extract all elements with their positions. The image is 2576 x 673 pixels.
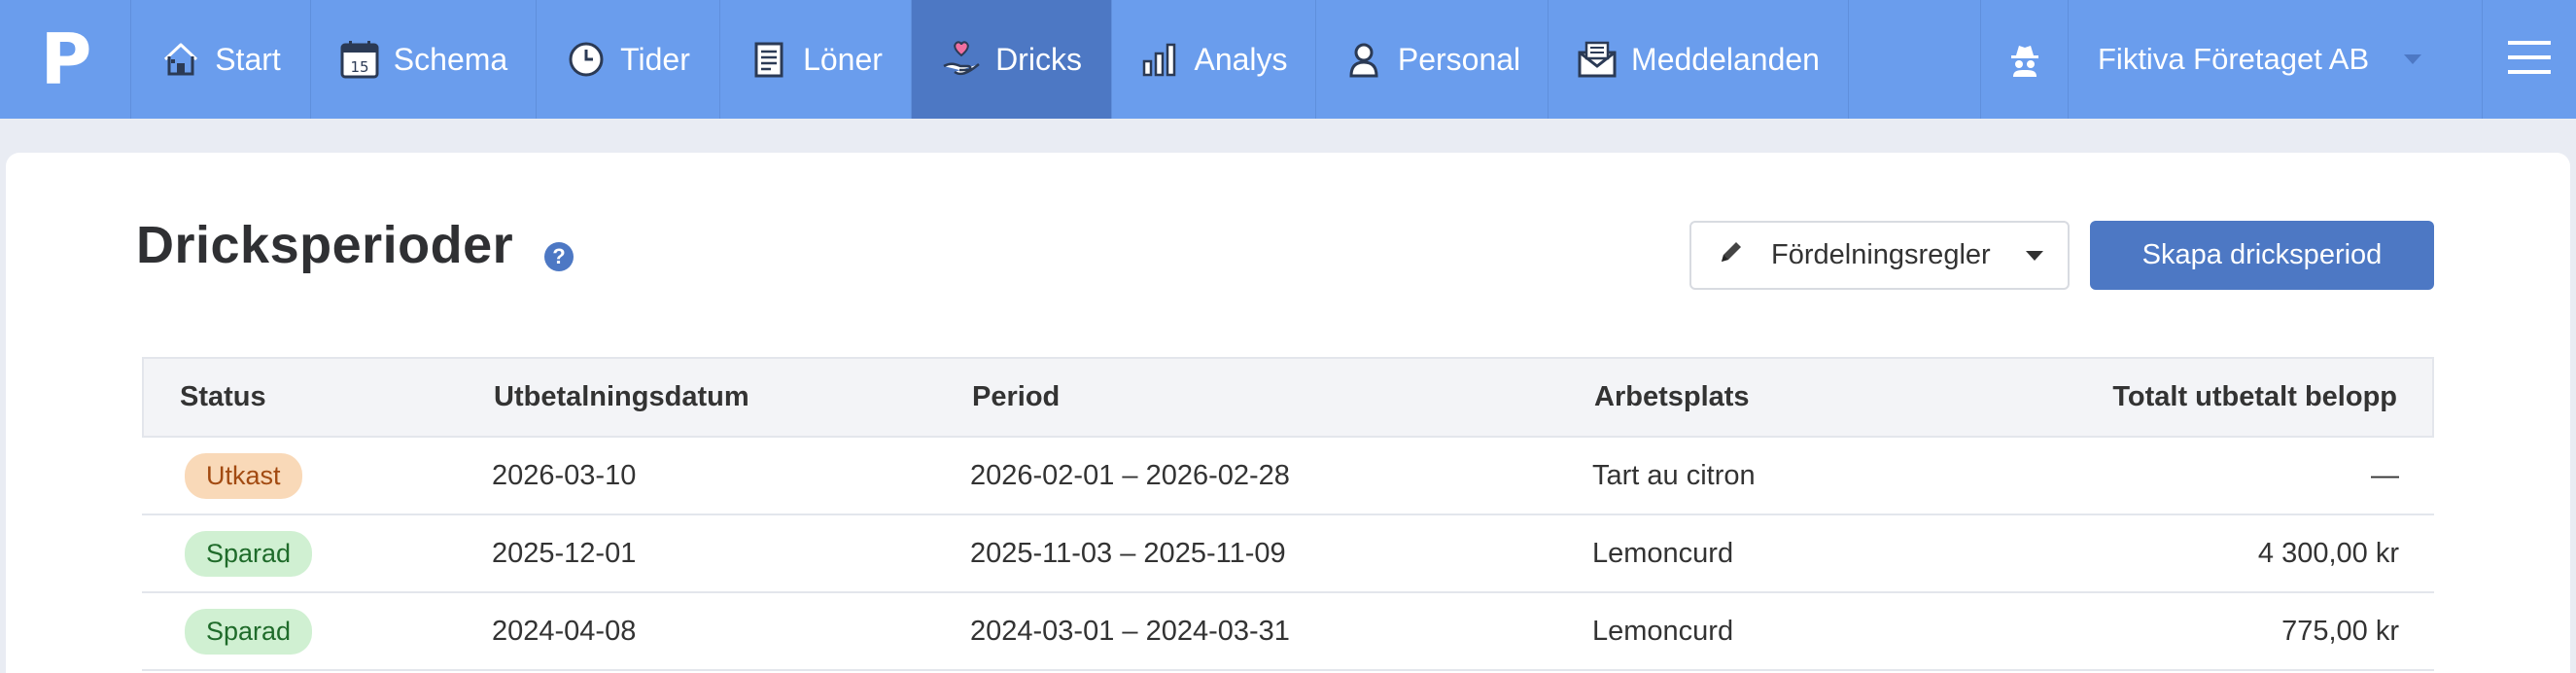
workplace-cell: Lemoncurd bbox=[1592, 537, 1734, 569]
company-name: Fiktiva Företaget AB bbox=[2098, 42, 2370, 76]
amount-cell: — bbox=[2371, 459, 2399, 491]
payslip-icon bbox=[748, 39, 789, 80]
table-row[interactable]: Sparad 2025-12-01 2025-11-03 – 2025-11-0… bbox=[142, 515, 2434, 593]
nav-item-loner[interactable]: Löner bbox=[720, 0, 912, 119]
nav-item-dricks[interactable]: Dricks bbox=[912, 0, 1112, 119]
nav-item-label: Dricks bbox=[995, 41, 1082, 77]
workplace-cell: Tart au citron bbox=[1592, 459, 1756, 491]
payment-date-cell: 2024-04-08 bbox=[492, 615, 637, 647]
rules-button-label: Fördelningsregler bbox=[1771, 239, 1991, 270]
logo-letter: P bbox=[40, 18, 92, 100]
pencil-icon bbox=[1719, 239, 1744, 272]
impersonate-button[interactable] bbox=[1981, 0, 2069, 119]
table-row[interactable]: Utkast 2026-03-10 2026-02-01 – 2026-02-2… bbox=[142, 438, 2434, 515]
chevron-down-icon bbox=[2025, 250, 2043, 261]
app-logo[interactable]: P bbox=[0, 0, 131, 119]
status-badge: Sparad bbox=[185, 608, 313, 655]
payment-date-cell: 2026-03-10 bbox=[492, 459, 637, 491]
bar-chart-icon bbox=[1139, 39, 1180, 80]
tip-heart-hand-icon bbox=[941, 39, 982, 80]
nav-item-schema[interactable]: 15 Schema bbox=[311, 0, 537, 119]
nav-spacer bbox=[1849, 0, 1981, 119]
payment-date-cell: 2025-12-01 bbox=[492, 537, 637, 569]
nav-item-label: Analys bbox=[1194, 41, 1288, 77]
header-workplace[interactable]: Arbetsplats bbox=[1594, 381, 2080, 413]
nav-item-analys[interactable]: Analys bbox=[1112, 0, 1316, 119]
header-total-amount[interactable]: Totalt utbetalt belopp bbox=[2080, 381, 2432, 413]
period-cell: 2024-03-01 – 2024-03-31 bbox=[970, 615, 1290, 647]
nav-item-meddelanden[interactable]: Meddelanden bbox=[1549, 0, 1849, 119]
clock-icon bbox=[566, 39, 607, 80]
nav-item-label: Tider bbox=[620, 41, 690, 77]
table-row[interactable]: Sparad 2024-04-08 2024-03-01 – 2024-03-3… bbox=[142, 593, 2434, 671]
incognito-icon bbox=[2004, 39, 2045, 80]
top-navigation: P Start 15 Schema Tider Löner Dricks Ana… bbox=[0, 0, 2576, 119]
period-cell: 2025-11-03 – 2025-11-09 bbox=[970, 537, 1286, 569]
table-header: Status Utbetalningsdatum Period Arbetspl… bbox=[142, 359, 2434, 438]
chevron-down-icon bbox=[2404, 54, 2422, 64]
nav-item-label: Start bbox=[215, 41, 281, 77]
envelope-icon bbox=[1577, 39, 1618, 80]
question-circle-icon[interactable]: ? bbox=[544, 242, 574, 271]
home-icon bbox=[160, 39, 201, 80]
amount-cell: 4 300,00 kr bbox=[2257, 537, 2399, 569]
nav-item-label: Löner bbox=[803, 41, 883, 77]
distribution-rules-button[interactable]: Fördelningsregler bbox=[1689, 221, 2070, 290]
menu-button[interactable] bbox=[2483, 0, 2576, 119]
nav-item-tider[interactable]: Tider bbox=[537, 0, 720, 119]
header-payment-date[interactable]: Utbetalningsdatum bbox=[494, 381, 972, 413]
company-selector[interactable]: Fiktiva Företaget AB bbox=[2069, 0, 2483, 119]
header-period[interactable]: Period bbox=[972, 381, 1594, 413]
hamburger-icon bbox=[2508, 39, 2551, 81]
page-title: Dricksperioder bbox=[136, 216, 514, 274]
person-icon bbox=[1343, 39, 1384, 80]
nav-item-start[interactable]: Start bbox=[131, 0, 311, 119]
period-cell: 2026-02-01 – 2026-02-28 bbox=[970, 459, 1290, 491]
tip-periods-table: Status Utbetalningsdatum Period Arbetspl… bbox=[142, 357, 2434, 671]
amount-cell: 775,00 kr bbox=[2281, 615, 2399, 647]
nav-item-label: Schema bbox=[393, 41, 508, 77]
workplace-cell: Lemoncurd bbox=[1592, 615, 1734, 647]
svg-text:15: 15 bbox=[350, 58, 368, 76]
calendar-icon: 15 bbox=[339, 39, 380, 80]
status-badge: Utkast bbox=[185, 452, 302, 499]
status-badge: Sparad bbox=[185, 530, 313, 577]
create-tip-period-button[interactable]: Skapa dricksperiod bbox=[2090, 221, 2434, 290]
header-status[interactable]: Status bbox=[144, 381, 494, 413]
nav-item-label: Personal bbox=[1397, 41, 1521, 77]
nav-item-label: Meddelanden bbox=[1631, 41, 1820, 77]
nav-item-personal[interactable]: Personal bbox=[1316, 0, 1549, 119]
